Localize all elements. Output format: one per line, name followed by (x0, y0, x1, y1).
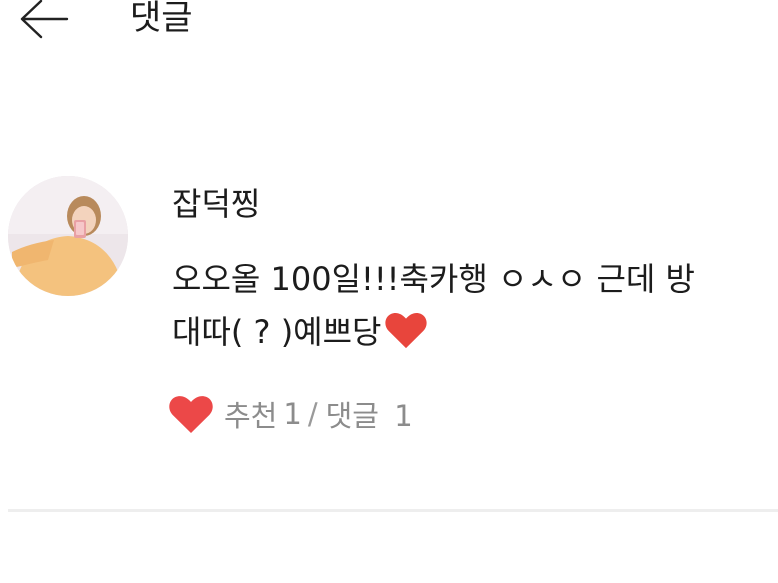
user-avatar[interactable] (8, 176, 128, 296)
reply-label: 댓글 (325, 399, 379, 433)
header-bar: 댓글 (0, 0, 778, 50)
heart-icon (384, 311, 428, 365)
reply-button[interactable]: 댓글 1 (326, 393, 413, 435)
comment-actions: 추천 1 / 댓글 1 (168, 390, 413, 438)
heart-icon (169, 396, 213, 434)
action-separator: / (307, 397, 318, 431)
page-title: 댓글 (130, 0, 193, 38)
like-count: 1 (283, 397, 302, 431)
back-button[interactable] (14, 0, 72, 44)
comment-text: 오오올 100일!!!축카행 ㅇㅅㅇ 근데 방 대따( ? )예쁘당 (172, 260, 695, 351)
comment-body: 오오올 100일!!!축카행 ㅇㅅㅇ 근데 방 대따( ? )예쁘당 (172, 253, 772, 365)
avatar-photo (8, 176, 128, 296)
arrow-left-icon (20, 0, 69, 39)
like-button[interactable]: 추천 1 (168, 393, 302, 435)
comment-username[interactable]: 잡덕찡 (172, 182, 260, 226)
reply-count: 1 (394, 399, 413, 433)
like-label: 추천 (224, 399, 278, 433)
divider (8, 509, 778, 512)
